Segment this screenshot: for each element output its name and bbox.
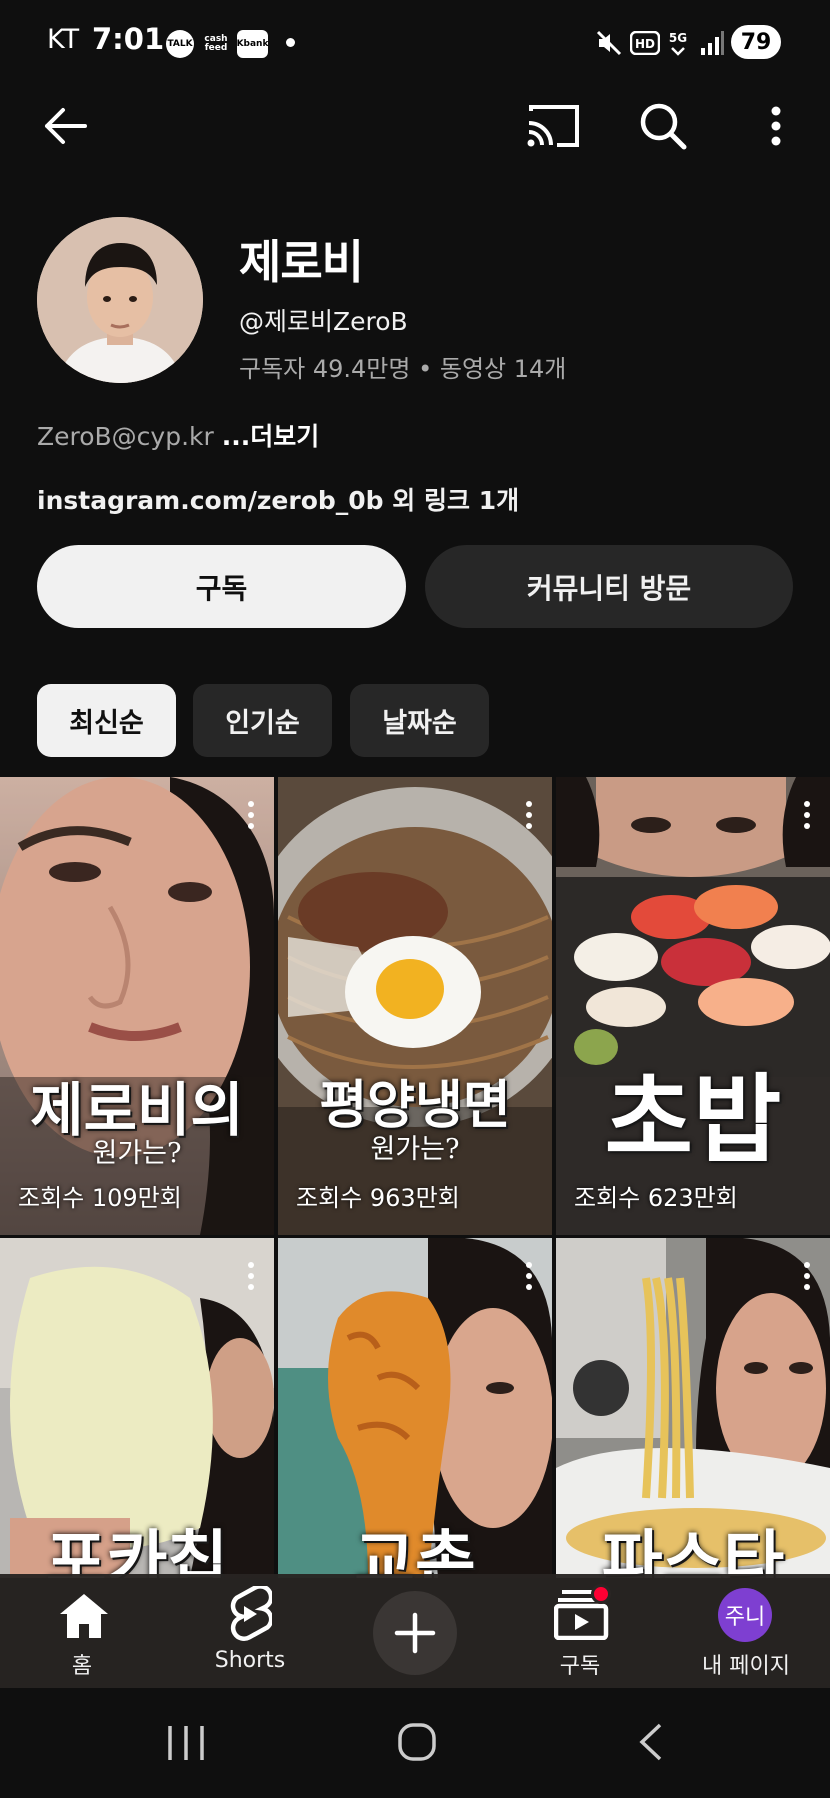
community-button[interactable]: 커뮤니티 방문 [425, 545, 793, 628]
short-views: 조회수 963만회 [296, 1184, 460, 1212]
more-vert-icon[interactable] [804, 801, 810, 829]
system-navigation-bar [0, 1688, 830, 1798]
more-vert-icon[interactable] [804, 1262, 810, 1290]
chip-latest[interactable]: 최신순 [37, 684, 176, 757]
short-tile[interactable]: 평양냉면 원가는? 조회수 963만회 [278, 777, 552, 1235]
short-thumbnail [278, 777, 552, 1235]
svg-text:HD: HD [635, 37, 655, 51]
more-vert-icon[interactable] [526, 1262, 532, 1290]
notification-badge [591, 1584, 611, 1604]
more-vert-icon[interactable] [526, 801, 532, 829]
short-title: 포카칩 [45, 1522, 229, 1578]
short-views: 조회수 109만회 [18, 1184, 182, 1212]
short-title: 교촌 [354, 1522, 476, 1578]
status-bar: KT 7:01 TALK cash feed Kbank HD 5G 79 [0, 0, 830, 86]
mute-icon [594, 26, 624, 60]
short-title: 초밥 [604, 1063, 782, 1176]
short-tile[interactable]: 초밥 조회수 623만회 [556, 777, 830, 1235]
cashfeed-icon: cash feed [204, 34, 228, 53]
home-circle-icon[interactable] [397, 1722, 437, 1766]
more-options-button[interactable] [744, 96, 808, 160]
short-subtitle: 원가는? [370, 1134, 460, 1165]
subscribe-button[interactable]: 구독 [37, 545, 406, 628]
nav-you[interactable]: 주니 내 페이지 [676, 1574, 816, 1688]
more-vert-icon[interactable] [248, 801, 254, 829]
short-tile[interactable]: 교촌 [278, 1238, 552, 1578]
home-icon [58, 1592, 110, 1644]
nav-label: Shorts [214, 1648, 286, 1673]
nav-label: 내 페이지 [702, 1654, 790, 1679]
nav-subscriptions[interactable]: 구독 [510, 1574, 650, 1688]
plus-icon [373, 1591, 457, 1675]
channel-stats: 구독자 49.4만명 • 동영상 14개 [239, 355, 567, 383]
bottom-navigation: 홈 Shorts 구독 주니 내 페이지 [0, 1574, 830, 1688]
hd-voice-icon: HD [630, 26, 660, 60]
shorts-icon [226, 1584, 274, 1646]
description-preview: ZeroB@cyp.kr [37, 422, 214, 451]
nav-label: 홈 [71, 1654, 93, 1679]
short-tile[interactable]: 파스타 [556, 1238, 830, 1578]
channel-handle: @제로비ZeroB [239, 307, 408, 336]
battery-indicator: 79 [731, 25, 781, 59]
short-subtitle: 원가는? [92, 1138, 182, 1169]
search-icon [638, 101, 688, 155]
cast-icon [525, 103, 581, 153]
notification-dot-icon [286, 38, 295, 47]
channel-name: 제로비 [239, 235, 364, 289]
more-link[interactable]: ...더보기 [222, 422, 320, 451]
chip-oldest[interactable]: 날짜순 [350, 684, 489, 757]
5g-icon: 5G [664, 26, 692, 60]
recents-icon[interactable] [166, 1724, 206, 1766]
svg-text:5G: 5G [669, 31, 687, 45]
nav-label: 구독 [559, 1654, 601, 1679]
back-nav-icon[interactable] [636, 1722, 664, 1766]
cast-button[interactable] [520, 96, 586, 160]
kakaotalk-icon: TALK [166, 30, 194, 58]
search-button[interactable] [630, 96, 696, 160]
short-views: 조회수 623만회 [574, 1184, 738, 1212]
short-title: 파스타 [601, 1522, 785, 1578]
channel-links[interactable]: instagram.com/zerob_0b 외 링크 1개 [37, 481, 519, 517]
channel-description[interactable]: ZeroB@cyp.kr ...더보기 [37, 417, 319, 453]
nav-home[interactable]: 홈 [12, 1574, 152, 1688]
short-tile[interactable]: 포카칩 [0, 1238, 274, 1578]
short-tile[interactable]: 제로비의 원가는? 조회수 109만회 [0, 777, 274, 1235]
channel-avatar [37, 217, 203, 383]
back-button[interactable] [32, 96, 96, 160]
nav-create[interactable] [345, 1574, 485, 1688]
chip-popular[interactable]: 인기순 [193, 684, 332, 757]
more-vert-icon[interactable] [248, 1262, 254, 1290]
nav-shorts[interactable]: Shorts [180, 1574, 320, 1688]
clock: 7:01 [92, 22, 165, 56]
signal-icon [698, 26, 726, 60]
back-arrow-icon [41, 106, 87, 150]
user-avatar: 주니 [718, 1588, 772, 1642]
carrier-label: KT [47, 24, 80, 55]
more-vert-icon [770, 106, 782, 150]
kbank-icon: Kbank [237, 30, 268, 58]
